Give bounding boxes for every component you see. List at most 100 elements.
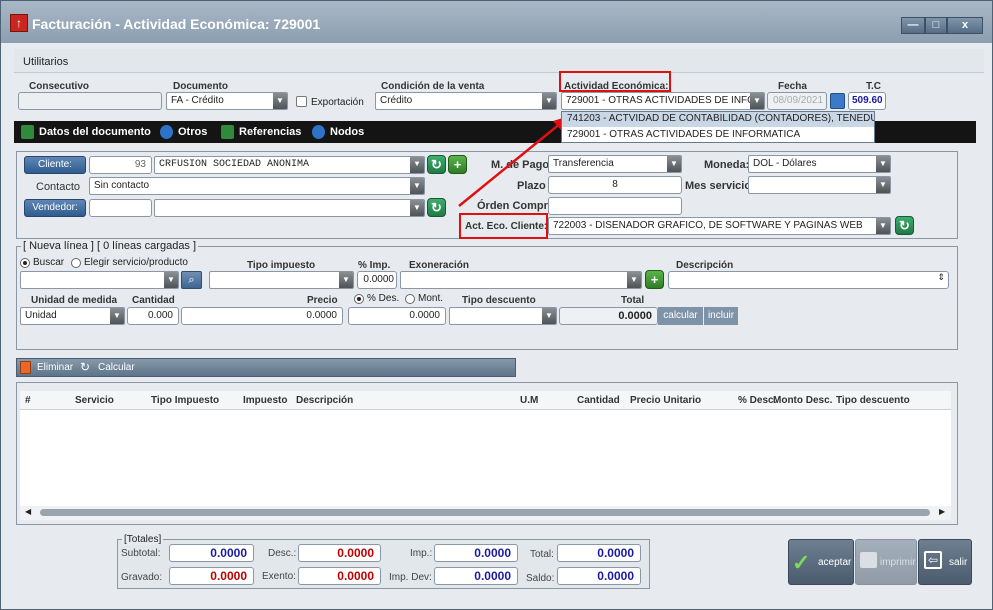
add-exoneracion-button[interactable]: + <box>645 270 664 289</box>
grid-col-cantidad: Cantidad <box>577 395 620 406</box>
printer-icon <box>860 552 877 568</box>
porcentaje-descuento-label: % Des. <box>367 293 400 304</box>
contacto-value: Sin contacto <box>94 180 150 191</box>
chevron-left-icon[interactable]: ◀ <box>25 507 31 516</box>
calendar-icon[interactable] <box>830 93 845 109</box>
chevron-down-icon: ▼ <box>339 272 353 288</box>
title-bar: ↑ Facturación - Actividad Económica: 729… <box>1 1 992 43</box>
menu-utilitarios[interactable]: Utilitarios <box>23 56 68 68</box>
consecutivo-input[interactable] <box>18 92 162 110</box>
refresh-icon: ↻ <box>80 360 91 374</box>
descripcion-label: Descripción <box>676 260 734 271</box>
chevron-down-icon: ▼ <box>410 178 424 194</box>
unidad-medida-select[interactable]: Unidad ▼ <box>20 307 125 325</box>
imp-total-label: Imp.: <box>410 548 433 559</box>
fecha-label: Fecha <box>778 81 807 92</box>
maximize-button[interactable]: □ <box>925 17 947 34</box>
actividad-select[interactable]: 729001 - OTRAS ACTIVIDADES DE INFC ▼ <box>561 92 765 110</box>
descuento-input[interactable]: 0.0000 <box>348 307 446 325</box>
calcular-linea-button[interactable]: calcular <box>658 307 703 325</box>
pimp-input[interactable]: 0.0000 <box>357 271 397 289</box>
globe-icon <box>160 125 173 139</box>
tipo-descuento-label: Tipo descuento <box>462 295 536 306</box>
monto-descuento-radio[interactable] <box>405 294 415 304</box>
tab-otros[interactable]: Otros <box>178 126 207 138</box>
porcentaje-descuento-radio[interactable] <box>354 294 364 304</box>
vendedor-code-input[interactable] <box>89 199 152 217</box>
saldo-label: Saldo: <box>526 573 555 584</box>
grid-header: # Servicio Tipo Impuesto Impuesto Descri… <box>20 391 951 410</box>
calcular-button[interactable]: Calcular <box>98 362 135 373</box>
totales-legend: [Totales] <box>122 534 164 545</box>
nueva-linea-legend: [ Nueva línea ] [ 0 líneas cargadas ] <box>21 240 199 252</box>
vendedor-button[interactable]: Vendedor: <box>24 199 86 217</box>
refresh-icon[interactable]: ↻ <box>895 216 914 235</box>
tab-referencias[interactable]: Referencias <box>239 126 301 138</box>
fecha-input[interactable]: 08/09/2021 <box>767 92 827 110</box>
actions-bar: Eliminar ↻ Calcular <box>16 358 516 377</box>
globe-icon <box>312 125 325 139</box>
vendedor-name-select[interactable]: ▼ <box>154 199 425 217</box>
chevron-down-icon: ▼ <box>876 156 890 172</box>
exportacion-checkbox[interactable] <box>296 96 307 107</box>
cliente-name-select[interactable]: CRFUSION SOCIEDAD ANONIMA ▼ <box>154 156 425 174</box>
tab-nodos[interactable]: Nodos <box>330 126 364 138</box>
aceptar-button[interactable]: ✓ aceptar <box>788 539 854 585</box>
menu-bar: Utilitarios <box>14 49 984 73</box>
chevron-down-icon: ▼ <box>627 272 641 288</box>
tipo-descuento-select[interactable]: ▼ <box>449 307 557 325</box>
salir-button[interactable]: ⇦ salir <box>918 539 972 585</box>
gravado-label: Gravado: <box>121 572 163 583</box>
grid-col-um: U.M <box>520 395 539 406</box>
buscar-radio[interactable] <box>20 258 30 268</box>
tab-datos-documento[interactable]: Datos del documento <box>39 126 151 138</box>
documento-select[interactable]: FA - Crédito ▼ <box>166 92 288 110</box>
chevron-right-icon[interactable]: ▶ <box>939 507 945 516</box>
moneda-select[interactable]: DOL - Dólares ▼ <box>748 155 891 173</box>
aeco-value: 722003 - DISENADOR GRAFICO, DE SOFTWARE … <box>553 220 863 231</box>
cantidad-input[interactable]: 0.000 <box>127 307 179 325</box>
tipo-impuesto-select[interactable]: ▼ <box>209 271 354 289</box>
precio-input[interactable]: 0.0000 <box>181 307 343 325</box>
tc-input[interactable]: 509.60 <box>848 92 886 110</box>
chevron-down-icon: ▼ <box>876 177 890 193</box>
impdev-value: 0.0000 <box>434 567 518 585</box>
contacto-select[interactable]: Sin contacto ▼ <box>89 177 425 195</box>
chevron-down-icon: ▼ <box>542 308 556 324</box>
impdev-label: Imp. Dev: <box>389 572 432 583</box>
mes-servicio-label: Mes servicio: <box>685 180 755 192</box>
descripcion-input[interactable]: ⇕ <box>668 271 949 289</box>
precio-label: Precio <box>307 295 338 306</box>
exoneracion-select[interactable]: ▼ <box>400 271 642 289</box>
eliminar-button[interactable]: Eliminar <box>37 362 73 373</box>
imprimir-label: imprimir <box>880 557 916 568</box>
actividad-option[interactable]: 729001 - OTRAS ACTIVIDADES DE INFORMATIC… <box>562 128 874 143</box>
condicion-value: Crédito <box>380 95 413 106</box>
desc-total-label: Desc.: <box>268 548 297 559</box>
aeco-select[interactable]: 722003 - DISENADOR GRAFICO, DE SOFTWARE … <box>548 217 891 235</box>
mes-servicio-select[interactable]: ▼ <box>748 176 891 194</box>
incluir-button[interactable]: incluir <box>704 307 738 325</box>
desc-total-value: 0.0000 <box>298 544 381 562</box>
elegir-radio[interactable] <box>71 258 81 268</box>
document-icon <box>221 125 234 139</box>
salir-label: salir <box>949 557 968 568</box>
elegir-label: Elegir servicio/producto <box>84 257 188 268</box>
grid-col-desc: % Desc. <box>738 395 777 406</box>
close-button[interactable]: x <box>947 17 983 34</box>
minimize-button[interactable]: — <box>901 17 925 34</box>
highlight-actividad <box>559 71 671 92</box>
moneda-label: Moneda: <box>704 159 750 171</box>
servicio-select[interactable]: ▼ <box>20 271 179 289</box>
saldo-value: 0.0000 <box>557 567 641 585</box>
cliente-button[interactable]: Cliente: <box>24 156 86 174</box>
search-icon[interactable]: ⌕ <box>181 271 202 289</box>
chevron-down-icon: ▼ <box>667 156 681 172</box>
scrollbar-thumb[interactable] <box>40 509 930 516</box>
actividad-dropdown: 741203 - ACTVIDAD DE CONTABILIDAD (CONTA… <box>561 111 875 143</box>
grid-col-monto-desc: Monto Desc. <box>773 395 833 406</box>
actividad-option[interactable]: 741203 - ACTVIDAD DE CONTABILIDAD (CONTA… <box>562 112 874 127</box>
horizontal-scrollbar[interactable]: ◀ ▶ <box>20 506 951 520</box>
cliente-code-input[interactable]: 93 <box>89 156 152 174</box>
imprimir-button[interactable]: imprimir <box>855 539 917 585</box>
